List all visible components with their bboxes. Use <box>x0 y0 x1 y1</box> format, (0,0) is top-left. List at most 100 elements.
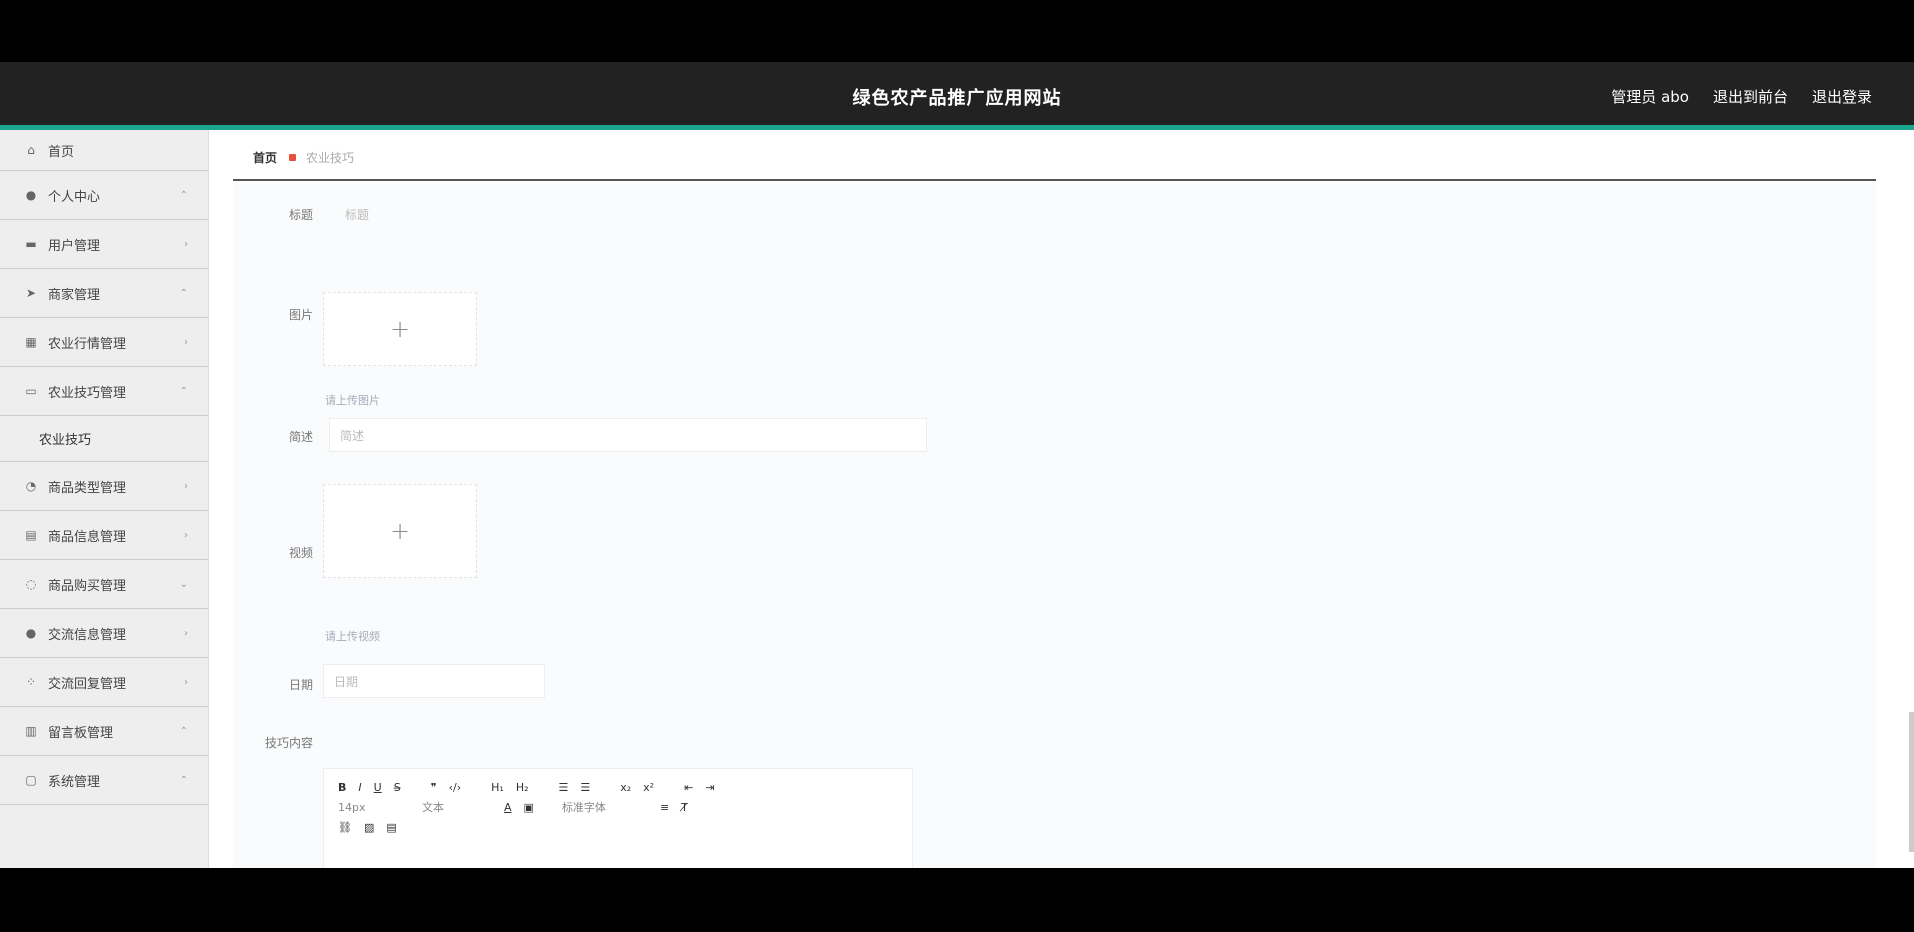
editor-toolbar-row-2: 14px 文本 A ▣ 标准字体 ≡ T̸ <box>324 797 912 817</box>
plus-icon: + <box>389 315 411 343</box>
image-icon[interactable]: ▨ <box>364 821 374 834</box>
sidebar-item-label: 商品购买管理 <box>48 578 127 594</box>
summary-input[interactable]: 简述 <box>329 418 927 452</box>
chevron-icon: ⌃ <box>179 287 188 299</box>
reply-icon: ⁘ <box>25 675 37 689</box>
superscript-icon[interactable]: x² <box>643 781 654 794</box>
settings-icon: ▢ <box>25 773 37 787</box>
monitor-icon: ▭ <box>25 384 37 398</box>
video-hint: 请上传视频 <box>325 630 380 643</box>
chevron-icon: › <box>184 529 188 541</box>
header-links: 管理员 abo 退出到前台 退出登录 <box>1611 86 1872 107</box>
tag-icon: ◔ <box>25 479 37 493</box>
plus-icon: + <box>389 517 411 545</box>
image-hint: 请上传图片 <box>325 394 380 407</box>
chevron-icon: › <box>184 676 188 688</box>
breadcrumb-home[interactable]: 首页 <box>253 149 277 166</box>
outdent-icon[interactable]: ⇤ <box>684 781 693 794</box>
h1-icon[interactable]: H₁ <box>491 781 504 794</box>
top-header: 绿色农产品推广应用网站 管理员 abo 退出到前台 退出登录 <box>0 62 1914 130</box>
sidebar-item-label: 个人中心 <box>48 189 101 205</box>
sidebar-item-label: 农业行情管理 <box>48 336 127 352</box>
sidebar-item-tips[interactable]: ▭ 农业技巧管理 ⌃ <box>0 367 208 416</box>
indent-icon[interactable]: ⇥ <box>705 781 714 794</box>
text-type-select[interactable]: 文本 <box>422 799 492 815</box>
main-content: 首页 农业技巧 标题 标题 图片 + 请上传图片 简述 简述 视频 + 请上传视… <box>233 136 1876 868</box>
sidebar-item-system[interactable]: ▢ 系统管理 ⌃ <box>0 756 208 805</box>
sidebar-item-market[interactable]: ▦ 农业行情管理 › <box>0 318 208 367</box>
sidebar-item-exchange[interactable]: ● 交流信息管理 › <box>0 609 208 658</box>
clear-format-icon[interactable]: T̸ <box>681 801 688 814</box>
sidebar-item-replies[interactable]: ⁘ 交流回复管理 › <box>0 658 208 707</box>
video-upload[interactable]: + <box>323 484 477 578</box>
admin-user-label[interactable]: 管理员 abo <box>1611 86 1689 107</box>
video-icon[interactable]: ▤ <box>386 821 396 834</box>
summary-label: 简述 <box>288 430 313 444</box>
sidebar-item-users[interactable]: ▬ 用户管理 › <box>0 220 208 269</box>
logout-link[interactable]: 退出登录 <box>1812 86 1872 107</box>
sidebar-item-label: 留言板管理 <box>48 725 114 741</box>
subscript-icon[interactable]: x₂ <box>620 781 631 794</box>
chevron-icon: › <box>184 238 188 250</box>
bullet-list-icon[interactable]: ☰ <box>580 781 590 794</box>
chat-icon: ● <box>25 626 37 640</box>
content-label: 技巧内容 <box>264 736 313 750</box>
doc-icon: ▤ <box>25 528 37 542</box>
chevron-icon: › <box>184 627 188 639</box>
font-family-select[interactable]: 标准字体 <box>562 799 648 815</box>
user-icon: ● <box>25 188 37 202</box>
sidebar-item-profile[interactable]: ● 个人中心 ⌃ <box>0 171 208 220</box>
grid-icon: ▦ <box>25 335 37 349</box>
breadcrumb-current: 农业技巧 <box>306 151 355 165</box>
sidebar-item-product-types[interactable]: ◔ 商品类型管理 › <box>0 462 208 511</box>
sidebar-item-purchases[interactable]: ◌ 商品购买管理 ⌄ <box>0 560 208 609</box>
chevron-icon: ⌃ <box>179 385 188 397</box>
chart-icon: ▥ <box>25 724 37 738</box>
date-label: 日期 <box>288 678 313 692</box>
h2-icon[interactable]: H₂ <box>516 781 529 794</box>
chevron-icon: ⌃ <box>179 725 188 737</box>
code-icon[interactable]: ‹/› <box>449 781 462 794</box>
app-window: 绿色农产品推广应用网站 管理员 abo 退出到前台 退出登录 ⌂ 首页 ● 个人… <box>0 62 1914 868</box>
sidebar-item-home[interactable]: ⌂ 首页 <box>0 130 208 171</box>
table-icon: ▬ <box>25 237 37 251</box>
scrollbar[interactable] <box>1909 712 1914 852</box>
bold-icon[interactable]: B <box>338 781 346 794</box>
title-label: 标题 <box>288 208 313 222</box>
chevron-icon: › <box>184 480 188 492</box>
quote-icon[interactable]: ❞ <box>431 781 437 794</box>
strike-icon[interactable]: S̶ <box>394 781 401 794</box>
sidebar-item-merchants[interactable]: ➤ 商家管理 ⌃ <box>0 269 208 318</box>
home-icon: ⌂ <box>27 143 35 157</box>
italic-icon[interactable]: I <box>358 781 361 794</box>
align-icon[interactable]: ≡ <box>660 801 669 814</box>
date-input[interactable]: 日期 <box>323 664 545 698</box>
editor-toolbar-row-1: B I U S̶ ❞ ‹/› H₁ H₂ ☰ ☰ x₂ x² ⇤ ⇥ <box>324 777 912 797</box>
font-color-icon[interactable]: A <box>504 801 512 814</box>
sidebar-item-label: 商家管理 <box>48 287 101 303</box>
chevron-icon: ⌄ <box>179 578 188 590</box>
link-icon[interactable]: ⛓ <box>338 821 352 834</box>
video-label: 视频 <box>288 546 313 560</box>
chevron-icon: › <box>184 336 188 348</box>
sidebar-subitem-tips[interactable]: 农业技巧 <box>0 416 208 462</box>
to-front-link[interactable]: 退出到前台 <box>1713 86 1788 107</box>
title-value[interactable]: 标题 <box>345 206 369 223</box>
sidebar-item-products[interactable]: ▤ 商品信息管理 › <box>0 511 208 560</box>
send-icon: ➤ <box>25 286 37 300</box>
editor-toolbar-row-3: ⛓ ▨ ▤ <box>324 817 912 837</box>
sidebar-item-messages[interactable]: ▥ 留言板管理 ⌃ <box>0 707 208 756</box>
font-size-select[interactable]: 14px <box>338 801 410 814</box>
breadcrumb: 首页 农业技巧 <box>233 136 1876 181</box>
sidebar-item-label: 交流回复管理 <box>48 676 127 692</box>
image-upload[interactable]: + <box>323 292 477 366</box>
chevron-icon: ⌃ <box>179 189 188 201</box>
sidebar-item-label: 用户管理 <box>48 238 101 254</box>
image-label: 图片 <box>288 308 313 322</box>
rich-text-editor[interactable]: B I U S̶ ❞ ‹/› H₁ H₂ ☰ ☰ x₂ x² ⇤ ⇥ 14px <box>323 768 913 868</box>
sidebar: ⌂ 首页 ● 个人中心 ⌃ ▬ 用户管理 › ➤ 商家管理 ⌃ ▦ 农业行情管理… <box>0 130 209 868</box>
tip-form: 标题 标题 图片 + 请上传图片 简述 简述 视频 + 请上传视频 日期 日期 … <box>233 182 1876 868</box>
ordered-list-icon[interactable]: ☰ <box>559 781 569 794</box>
underline-icon[interactable]: U <box>374 781 382 794</box>
background-color-icon[interactable]: ▣ <box>524 801 534 814</box>
